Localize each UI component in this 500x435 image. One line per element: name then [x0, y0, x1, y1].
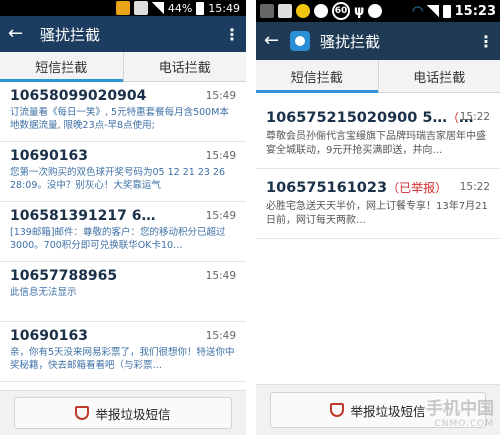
- notification-icon: [115, 1, 130, 15]
- message-row[interactable]: 10658099020904 15:49 订流量看《每日一笑》, 5元特惠套餐每…: [0, 82, 246, 142]
- message-row[interactable]: 10657788965 15:49 此信息无法显示: [0, 262, 246, 322]
- status-bar: 60 ψ ◠ 15:23: [256, 0, 500, 22]
- screenshot-icon: [260, 4, 274, 18]
- battery-percent: 44%: [167, 1, 193, 15]
- message-preview: 订流量看《每日一笑》, 5元特惠套餐每月含500M本地数据流量, 限晚23点-早…: [10, 107, 229, 131]
- signal-icon: [151, 2, 164, 14]
- tab-call-block[interactable]: 电话拦截: [122, 52, 247, 81]
- message-time: 15:22: [459, 181, 490, 193]
- sun-icon: [296, 4, 310, 18]
- counter-badge: 60: [332, 2, 350, 20]
- tab-bar: 短信拦截 电话拦截: [256, 60, 500, 93]
- sender-number: 10658099020904: [10, 88, 147, 104]
- report-shield-icon: [330, 403, 345, 417]
- overflow-menu-icon[interactable]: ⋮: [478, 32, 494, 51]
- page-title: 骚扰拦截: [320, 32, 381, 51]
- message-time: 15:49: [205, 210, 236, 222]
- sender-number-line: 106575161023（已举报）: [266, 179, 476, 196]
- tab-sms-block[interactable]: 短信拦截: [256, 60, 378, 93]
- report-button-label: 举报垃圾短信: [95, 406, 171, 422]
- message-time: 15:49: [205, 90, 236, 102]
- app-bar: ← 骚扰拦截 ⋮: [256, 22, 500, 60]
- app-notification-icon: [368, 4, 383, 18]
- message-preview: 亲，你有5天没来网易彩票了，我们很想你！特送你中奖秘籍，快去邮箱看看吧（与彩票…: [10, 347, 235, 371]
- message-time: 15:22: [459, 111, 490, 123]
- wifi-icon: ◠: [412, 3, 423, 19]
- signal-icon: [426, 5, 439, 17]
- sender-number-line: 106575215020900 5…（已举报）: [266, 109, 476, 126]
- message-list: 106575215020900 5…（已举报） 15:22 尊敬会员孙俪代言宝缦…: [256, 99, 500, 239]
- tab-sms-block[interactable]: 短信拦截: [0, 52, 123, 82]
- back-arrow-icon[interactable]: ←: [8, 25, 30, 43]
- image-icon: [278, 4, 292, 18]
- message-row[interactable]: 10690163 15:49 亲，你有5天没来网易彩票了，我们很想你！特送你中奖…: [0, 322, 246, 382]
- sender-number: 10657788965: [10, 268, 118, 284]
- sync-icon: [133, 1, 148, 15]
- message-preview: [139邮箱]邮件：尊敬的客户：您的移动积分已超过3000。700积分即可兑换联…: [10, 227, 226, 251]
- back-arrow-icon[interactable]: ←: [264, 32, 286, 50]
- message-time: 15:49: [205, 150, 236, 162]
- tab-bar: 短信拦截 电话拦截: [0, 52, 246, 82]
- usb-icon: ψ: [354, 3, 365, 19]
- alien-icon: [314, 4, 328, 18]
- message-preview: 此信息无法显示: [10, 287, 77, 298]
- message-time: 15:49: [205, 270, 236, 282]
- sender-number: 106575215020900 5…: [266, 110, 447, 126]
- sender-number: 106581391217 6313…: [10, 208, 160, 224]
- status-time: 15:23: [454, 3, 496, 19]
- tab-call-block[interactable]: 电话拦截: [377, 60, 500, 92]
- bottom-bar: 举报垃圾短信: [0, 390, 246, 435]
- page-title: 骚扰拦截: [40, 25, 101, 44]
- message-row[interactable]: 106581391217 6313… 15:49 [139邮箱]邮件：尊敬的客户…: [0, 202, 246, 262]
- message-list: 10658099020904 15:49 订流量看《每日一笑》, 5元特惠套餐每…: [0, 82, 246, 382]
- report-button-label: 举报垃圾短信: [350, 403, 426, 419]
- overflow-menu-icon[interactable]: ⋮: [224, 25, 240, 44]
- battery-icon: [196, 1, 205, 15]
- report-spam-button[interactable]: 举报垃圾短信: [14, 397, 232, 429]
- message-time: 15:49: [205, 330, 236, 342]
- message-row[interactable]: 10690163 15:49 您第一次购买的双色球开奖号码为05 12 21 2…: [0, 142, 246, 202]
- message-preview: 必胜宅急送天天半价，网上订餐专享！13年7月21日前，网订每天两款…: [266, 201, 488, 226]
- status-bar: 44% 15:49: [0, 0, 246, 16]
- battery-icon: [442, 4, 451, 18]
- message-preview: 尊敬会员孙俪代言宝缦旗下品牌玛瑞吉家居年中盛宴全城联动，9元开抢买满即送，并向…: [266, 131, 486, 156]
- sender-number: 106575161023: [266, 180, 388, 196]
- watermark-sub: CNMO.COM: [434, 419, 494, 429]
- reported-tag: （已举报）: [387, 181, 448, 195]
- message-preview: 您第一次购买的双色球开奖号码为05 12 21 23 26 28:09。没中？别…: [10, 167, 226, 191]
- sender-number: 10690163: [10, 328, 88, 344]
- report-shield-icon: [75, 406, 90, 420]
- app-logo-icon: [290, 31, 310, 51]
- message-row[interactable]: 106575161023（已举报） 15:22 必胜宅急送天天半价，网上订餐专享…: [256, 169, 500, 239]
- phone-right: 60 ψ ◠ 15:23 ← 骚扰拦截 ⋮ 短信拦截 电话拦截 10657521…: [256, 0, 500, 435]
- status-time: 15:49: [208, 1, 240, 15]
- app-bar: ← 骚扰拦截 ⋮: [0, 16, 246, 52]
- watermark: 手机中国 CNMO.COM: [426, 394, 494, 429]
- message-row[interactable]: 106575215020900 5…（已举报） 15:22 尊敬会员孙俪代言宝缦…: [256, 99, 500, 169]
- phone-left: 44% 15:49 ← 骚扰拦截 ⋮ 短信拦截 电话拦截 10658099020…: [0, 0, 246, 435]
- sender-number: 10690163: [10, 148, 88, 164]
- watermark-main: 手机中国: [426, 399, 494, 419]
